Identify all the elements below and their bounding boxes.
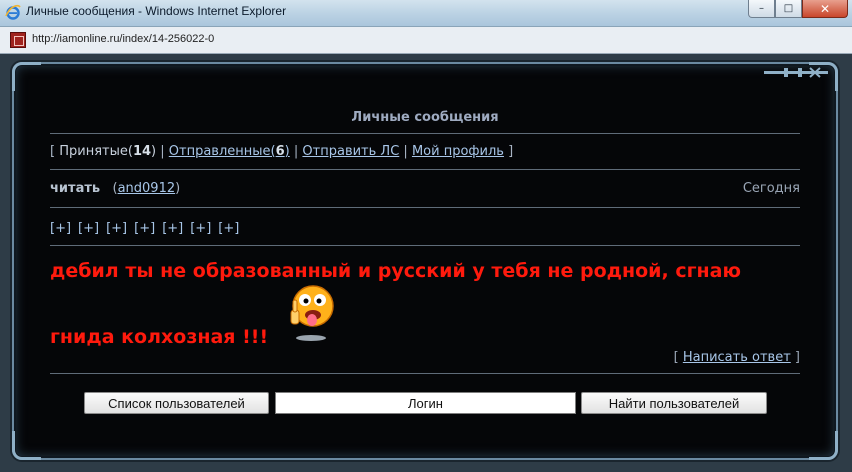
page-viewport: Личные сообщения [ Принятые(14) | Отправ… [0, 54, 852, 472]
nav-bracket: [ [50, 144, 56, 159]
message-date: Сегодня [742, 181, 800, 196]
nav-separator: | [293, 144, 299, 159]
frame-decoration-icon [764, 67, 828, 78]
divider [50, 207, 800, 208]
address-bar: http://iamonline.ru/index/14-256022-0 [0, 27, 852, 54]
reply-link[interactable]: Написать ответ [683, 350, 791, 365]
address-url[interactable]: http://iamonline.ru/index/14-256022-0 [32, 33, 214, 45]
reply-row: [ Написать ответ ] [674, 350, 800, 365]
site-favicon-icon [10, 32, 26, 48]
window-controls: – □ ✕ [748, 0, 848, 19]
plus-button[interactable]: [+] [78, 221, 99, 236]
read-label: читать [50, 181, 101, 196]
nav-profile-link[interactable]: Мой профиль [412, 144, 504, 159]
divider [50, 245, 800, 246]
reply-bracket: ] [794, 350, 800, 365]
nav-separator: | [160, 144, 165, 159]
reply-bracket: [ [673, 350, 679, 365]
close-button[interactable]: ✕ [802, 0, 848, 18]
plus-button[interactable]: [+] [50, 221, 71, 236]
window-titlebar: Личные сообщения - Windows Internet Expl… [0, 0, 852, 27]
plus-button[interactable]: [+] [134, 221, 155, 236]
divider [50, 133, 800, 134]
message-header: читать (and0912) Сегодня [50, 181, 800, 196]
page-title: Личные сообщения [351, 110, 499, 125]
plus-button[interactable]: [+] [190, 221, 211, 236]
nav-separator: | [403, 144, 408, 159]
messages-nav: [ Принятые(14) | Отправленные(6) | Отпра… [50, 144, 513, 159]
window-title: Личные сообщения - Windows Internet Expl… [26, 4, 287, 18]
ie-logo-icon [5, 4, 21, 20]
smiley-tongue-icon [290, 285, 334, 341]
message-text-line: гнида колхозная !!! [50, 326, 269, 348]
nav-send-message-link[interactable]: Отправить ЛС [302, 144, 399, 159]
plus-buttons-row: [+] [+] [+] [+] [+] [+] [+] [50, 221, 246, 236]
users-list-button[interactable]: Список пользователей [84, 392, 269, 414]
nav-sent-link[interactable]: Отправленные(6) [169, 144, 290, 159]
plus-button[interactable]: [+] [106, 221, 127, 236]
inbox-count: 14 [132, 144, 152, 159]
nav-inbox[interactable]: Принятые(14) [59, 144, 156, 159]
find-users-button[interactable]: Найти пользователей [581, 392, 767, 414]
minimize-button[interactable]: – [748, 0, 775, 18]
frame-corner [12, 431, 41, 460]
content-frame: Личные сообщения [ Принятые(14) | Отправ… [12, 62, 838, 460]
user-search-bar: Список пользователей Логин Найти пользов… [50, 392, 800, 414]
nav-sent-label: Отправленные [168, 144, 271, 159]
message-text-line: дебил ты не образованный и русский у теб… [50, 260, 741, 282]
divider [50, 169, 800, 170]
plus-button[interactable]: [+] [218, 221, 239, 236]
nav-inbox-label: Принятые [59, 144, 128, 159]
sender-link[interactable]: and0912 [118, 181, 176, 196]
divider [50, 373, 800, 374]
frame-corner [809, 431, 838, 460]
nav-bracket: ] [508, 144, 514, 159]
frame-corner [12, 62, 41, 91]
login-input[interactable]: Логин [275, 392, 576, 414]
sent-count: 6 [275, 144, 285, 159]
plus-button[interactable]: [+] [162, 221, 183, 236]
maximize-button[interactable]: □ [775, 0, 802, 18]
